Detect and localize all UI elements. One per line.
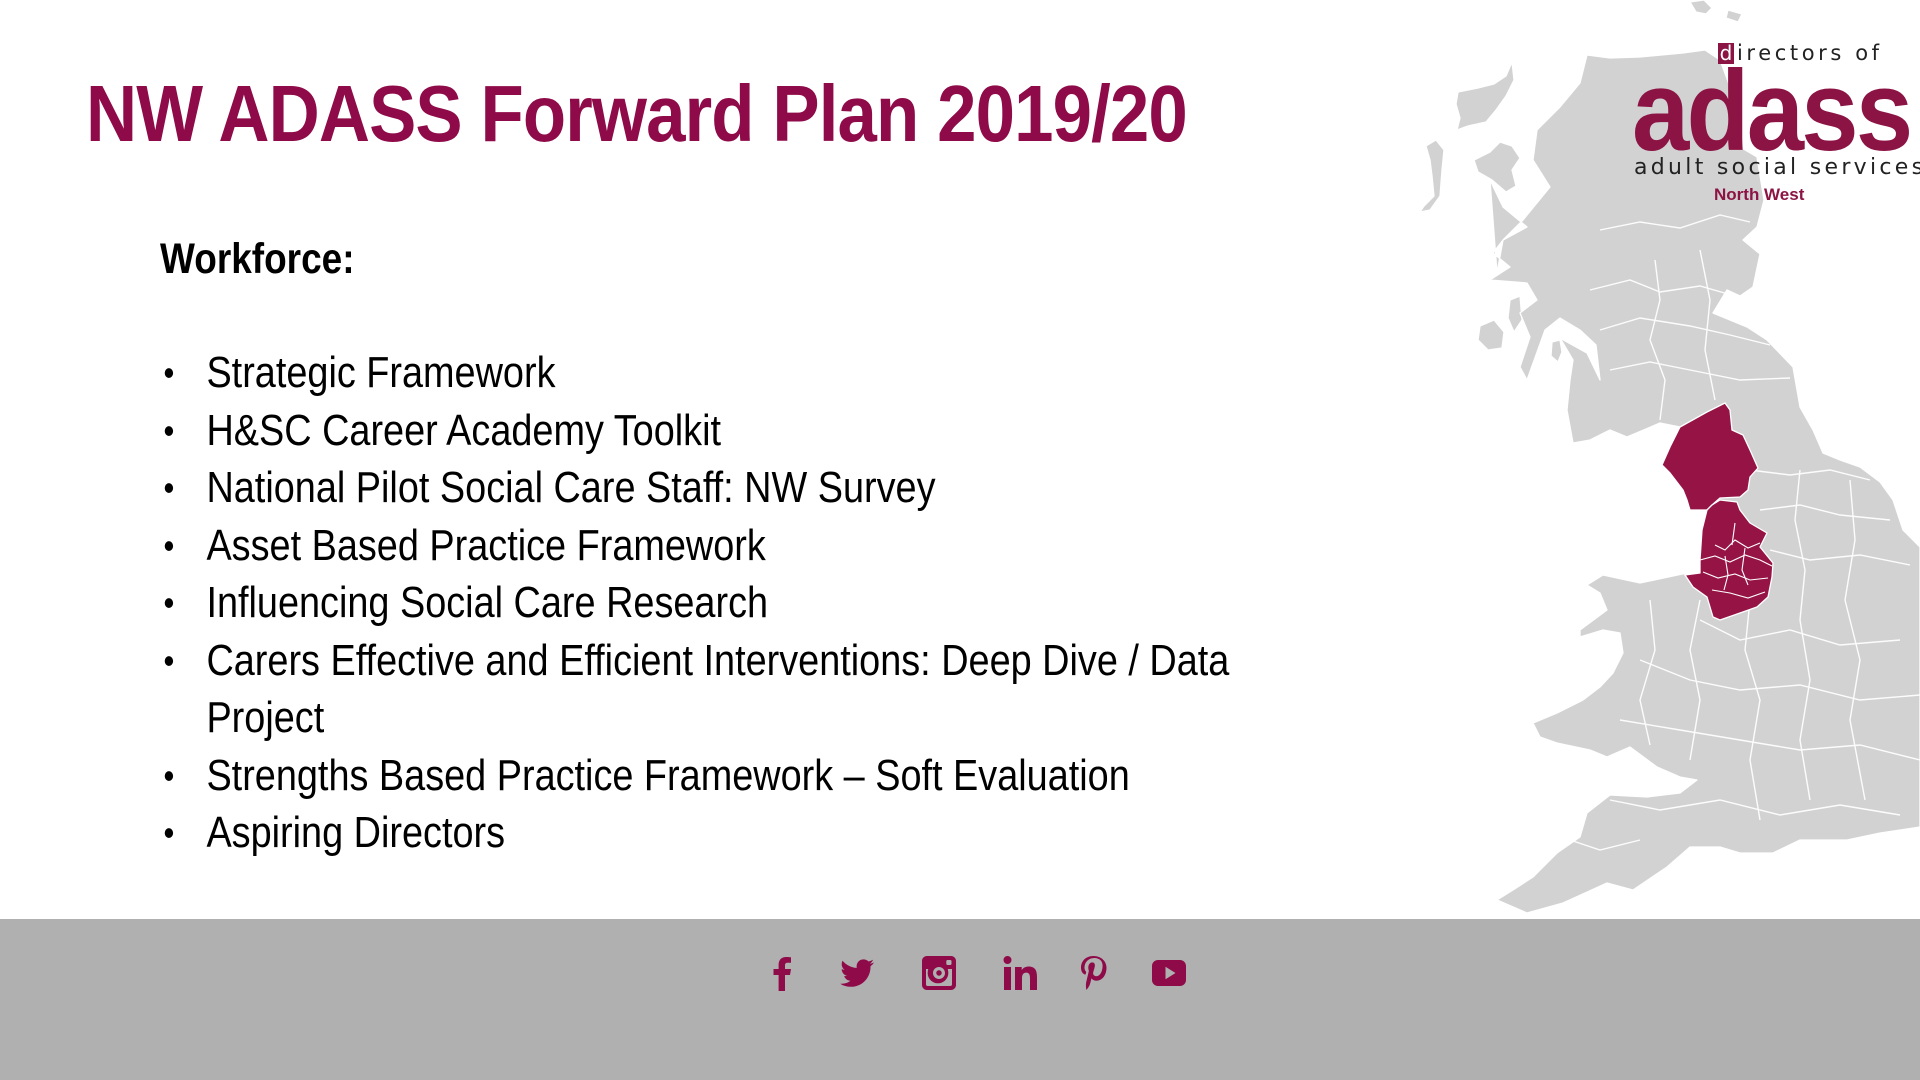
instagram-icon[interactable]	[918, 953, 960, 993]
adass-logo: d irectors of adass adult social services…	[1630, 40, 1920, 210]
bullet-icon: •	[163, 754, 175, 796]
logo-region: North West	[1714, 185, 1805, 204]
slide-title: NW ADASS Forward Plan 2019/20	[86, 69, 1188, 158]
list-item: • Influencing Social Care Research	[160, 574, 1229, 632]
list-item: • National Pilot Social Care Staff: NW Su…	[160, 459, 1229, 517]
list-item-text: Asset Based Practice Framework	[206, 520, 766, 570]
list-item: • Aspiring Directors	[160, 804, 1229, 862]
slide: NW ADASS Forward Plan 2019/20 Workforce:…	[0, 0, 1920, 1080]
twitter-icon[interactable]	[836, 953, 878, 993]
list-item: • Carers Effective and Efficient Interven…	[160, 632, 1229, 690]
logo-tagline: adult social services	[1634, 155, 1920, 180]
list-item: • Strengths Based Practice Framework – So…	[160, 747, 1229, 805]
map-orkney	[1689, 0, 1743, 23]
youtube-icon[interactable]	[1148, 953, 1190, 993]
facebook-icon[interactable]	[761, 953, 803, 993]
list-item-text: Strategic Framework	[206, 348, 556, 397]
workforce-list: • Strategic Framework • H&SC Career Academy…	[160, 344, 1229, 862]
bullet-icon: •	[163, 812, 175, 853]
logo-wordmark: adass	[1632, 46, 1913, 175]
social-icons	[0, 953, 1920, 991]
map-skye	[1473, 141, 1521, 193]
map-outer-hebrides	[1419, 61, 1515, 213]
list-item-text: National Pilot Social Care Staff: NW Sur…	[206, 463, 936, 512]
bullet-icon: •	[163, 582, 175, 623]
list-item: • H&SC Career Academy Toolkit	[160, 402, 1229, 460]
section-heading: Workforce:	[160, 235, 355, 283]
bullet-icon: •	[163, 352, 175, 393]
bullet-icon: •	[163, 409, 175, 451]
pinterest-icon[interactable]	[1072, 953, 1114, 993]
list-item: • Asset Based Practice Framework	[160, 517, 1229, 575]
bullet-icon: •	[163, 467, 175, 508]
map-islay	[1477, 295, 1523, 351]
linkedin-icon[interactable]	[997, 953, 1039, 993]
list-item-text: Influencing Social Care Research	[206, 578, 769, 627]
list-item-text: Aspiring Directors	[206, 808, 506, 857]
list-item-text: Strengths Based Practice Framework – Sof…	[206, 750, 1130, 800]
footer-bar	[0, 919, 1920, 1080]
bullet-icon: •	[163, 524, 175, 566]
list-item: • Strategic Framework	[160, 344, 1229, 402]
map-arran	[1550, 339, 1563, 363]
list-item-text: Project	[206, 693, 325, 742]
list-item-continuation: Project	[160, 689, 1229, 747]
list-item-text: Carers Effective and Efficient Intervent…	[206, 635, 1230, 685]
slide-content: Workforce: • Strategic Framework • H&SC Car…	[160, 230, 1229, 862]
bullet-icon: •	[163, 639, 175, 681]
list-item-text: H&SC Career Academy Toolkit	[206, 405, 722, 455]
